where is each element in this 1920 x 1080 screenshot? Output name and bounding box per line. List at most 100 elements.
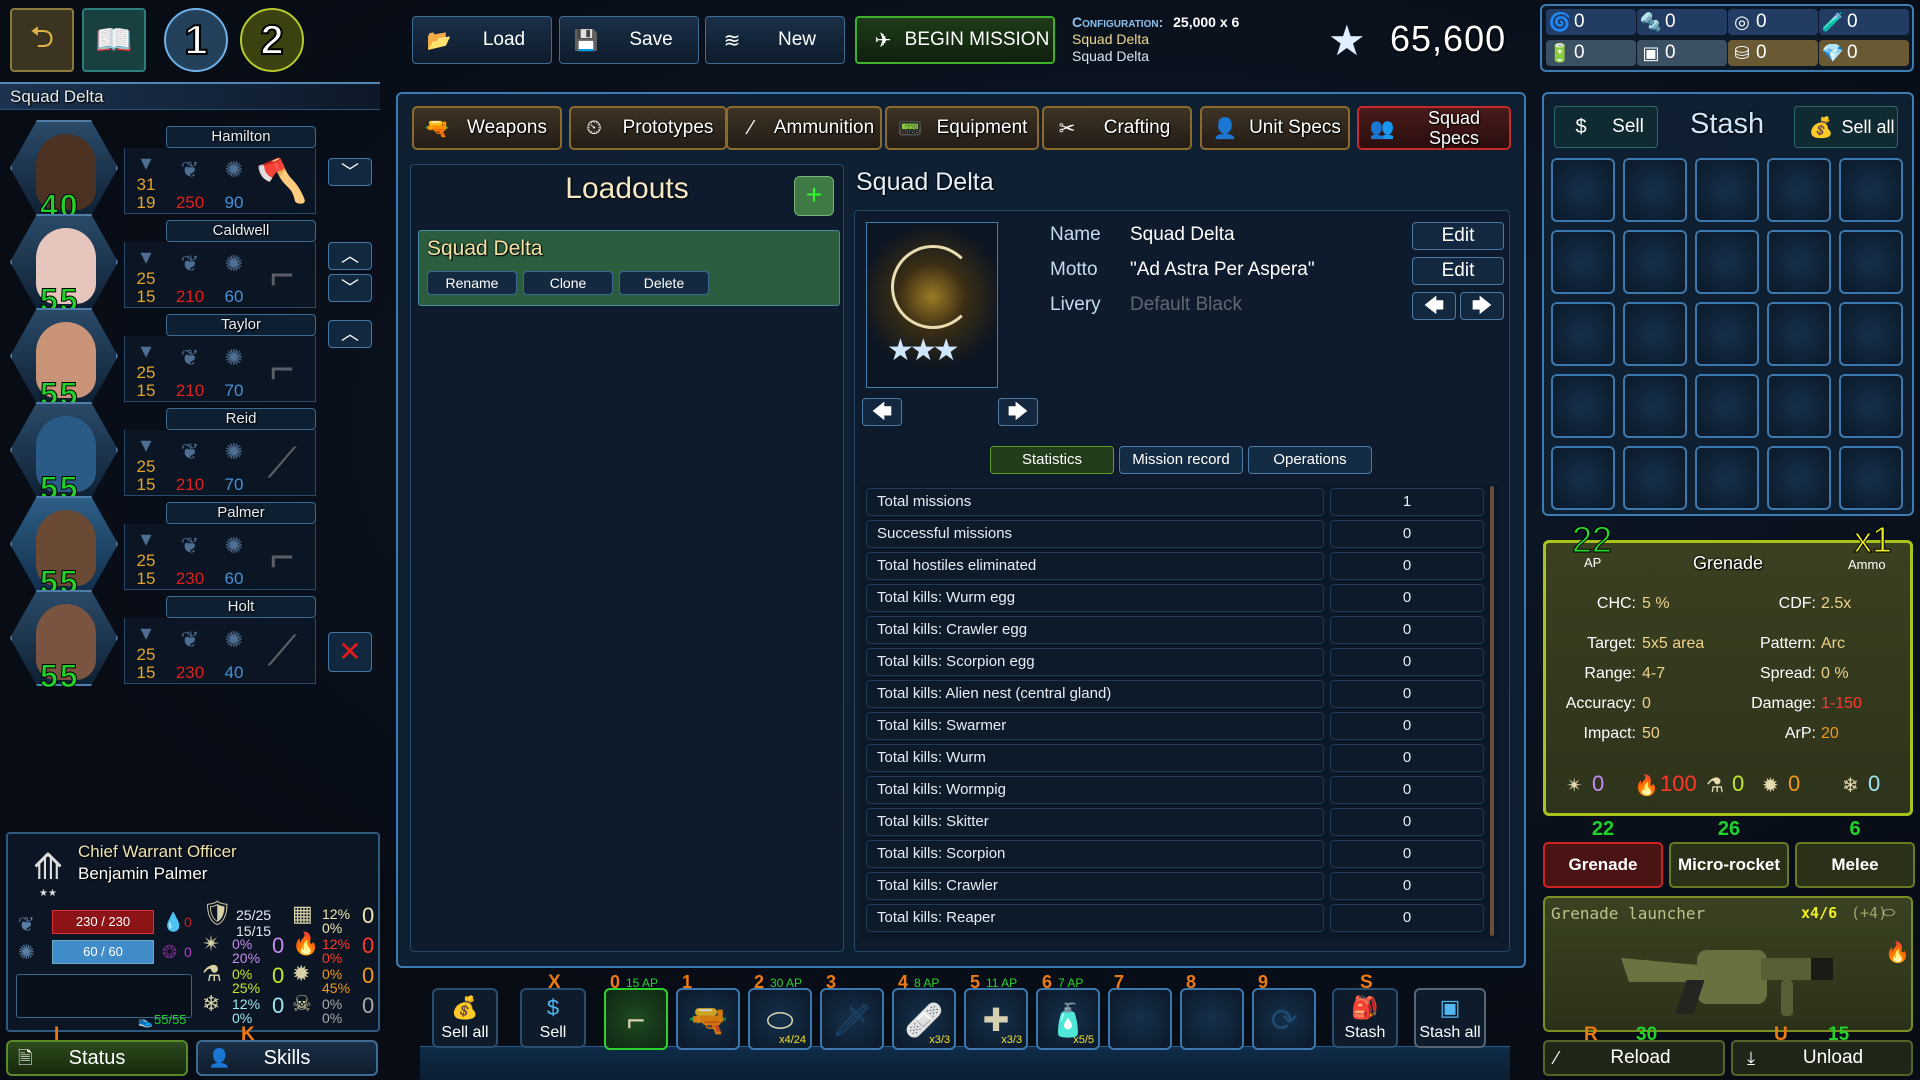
squad-slot-2[interactable]: 2: [240, 8, 304, 72]
livery-prev-button[interactable]: 🡄: [1412, 292, 1456, 320]
clone-button[interactable]: Clone: [523, 271, 613, 295]
livery-next-button[interactable]: 🡆: [1460, 292, 1504, 320]
stash-slot[interactable]: [1623, 374, 1687, 438]
stash-slot[interactable]: [1551, 374, 1615, 438]
stat-label: Total kills: Wurm egg: [866, 584, 1324, 612]
stash-slot[interactable]: [1695, 374, 1759, 438]
ring-icon: ◎: [1734, 11, 1750, 32]
stash-slot[interactable]: [1695, 446, 1759, 510]
soldier-stats: ▾ 25 15 ❦ 210 ✺ 70 ⌐: [124, 336, 316, 402]
reload-button[interactable]: ⁄ Reload: [1543, 1040, 1725, 1076]
squad-icon: 👥: [1369, 117, 1395, 140]
stash-slot[interactable]: [1623, 446, 1687, 510]
quick-slot[interactable]: [1108, 988, 1172, 1050]
quick-slot[interactable]: 🩹 x3/3: [892, 988, 956, 1050]
stash-slot[interactable]: [1839, 230, 1903, 294]
stash-slot[interactable]: [1767, 446, 1831, 510]
codex-button[interactable]: 📖: [82, 8, 146, 72]
quickbar-sell-button[interactable]: $ Sell: [520, 988, 586, 1048]
quickbar-stash-button[interactable]: 🎒 Stash: [1332, 988, 1398, 1048]
stash-slot[interactable]: [1767, 230, 1831, 294]
stash-slot[interactable]: [1551, 446, 1615, 510]
stat-row: Total kills: Crawler 0: [866, 872, 1484, 900]
virus-icon: ✹: [292, 961, 311, 986]
move-up-button[interactable]: ︿: [328, 242, 372, 270]
stash-sell-all-button[interactable]: 💰 Sell all: [1794, 106, 1898, 148]
attack-mode-melee[interactable]: Melee: [1795, 842, 1915, 888]
loadout-item[interactable]: Squad Delta Rename Clone Delete: [418, 230, 840, 306]
quickbar-stash-all-button[interactable]: ▣ Stash all: [1414, 988, 1486, 1048]
stash-slot[interactable]: [1551, 230, 1615, 294]
stash-slot[interactable]: [1839, 374, 1903, 438]
stash-sell-button[interactable]: $ Sell: [1554, 106, 1658, 148]
knife-icon: 🗡: [831, 1002, 873, 1038]
move-up-button[interactable]: ︿: [328, 320, 372, 348]
resource-crystal: 💎 0: [1819, 40, 1909, 66]
attack-mode-grenade[interactable]: Grenade: [1543, 842, 1663, 888]
unload-button[interactable]: ⤓ Unload: [1731, 1040, 1913, 1076]
stat-row: Total kills: Reaper 0: [866, 904, 1484, 932]
delete-button[interactable]: Delete: [619, 271, 709, 295]
soldier-card[interactable]: 55 Holt ▾ 25 15 ❦ 230 ✺ 40 ⟋ ✕: [6, 586, 372, 696]
stash-slot[interactable]: [1695, 230, 1759, 294]
tab-statistics[interactable]: Statistics: [990, 446, 1114, 474]
stash-slot[interactable]: [1551, 302, 1615, 366]
stash-slot[interactable]: [1623, 302, 1687, 366]
squad-slot-1[interactable]: 1: [164, 8, 228, 72]
stash-slot[interactable]: [1623, 158, 1687, 222]
emblem-next-button[interactable]: 🡆: [998, 398, 1038, 426]
back-button[interactable]: ⮌: [10, 8, 74, 72]
tab-unit-specs[interactable]: 👤 Unit Specs: [1200, 106, 1350, 150]
quick-slot[interactable]: 🧴 x5/5: [1036, 988, 1100, 1050]
tab-prototypes[interactable]: ⏲ Prototypes: [569, 106, 727, 150]
tab-weapons[interactable]: 🔫 Weapons: [412, 106, 562, 150]
stash-slot[interactable]: [1767, 158, 1831, 222]
damage-label: Damage:: [1751, 695, 1816, 712]
tab-squad-specs[interactable]: 👥 Squad Specs: [1357, 106, 1511, 150]
stat-label: Successful missions: [866, 520, 1324, 548]
resource-coil: 🌀 0: [1546, 9, 1636, 35]
edit-motto-button[interactable]: Edit: [1412, 257, 1504, 285]
quick-slot[interactable]: ✚ x3/3: [964, 988, 1028, 1050]
skills-tab[interactable]: 👤 Skills: [196, 1040, 378, 1076]
move-down-button[interactable]: ﹀: [328, 274, 372, 302]
quick-slot[interactable]: 🗡: [820, 988, 884, 1050]
stash-slot[interactable]: [1695, 158, 1759, 222]
save-button[interactable]: 💾 Save: [559, 16, 699, 64]
tab-mission-record[interactable]: Mission record: [1119, 446, 1243, 474]
status-tab[interactable]: 🗎 Status: [6, 1040, 188, 1076]
skull-icon: ☠: [292, 991, 312, 1016]
stash-slot[interactable]: [1623, 230, 1687, 294]
tab-equipment[interactable]: 📟 Equipment: [885, 106, 1039, 150]
edit-name-button[interactable]: Edit: [1412, 222, 1504, 250]
quick-slot[interactable]: ⟳: [1252, 988, 1316, 1050]
gauge-icon: ⏲: [586, 116, 602, 139]
quick-slot[interactable]: ⬭ x4/24: [748, 988, 812, 1050]
remove-soldier-button[interactable]: ✕: [328, 632, 372, 672]
stash-slot[interactable]: [1551, 158, 1615, 222]
psi-bar: 60 / 60: [52, 940, 154, 964]
quick-slot[interactable]: 🔫: [676, 988, 740, 1050]
slot-count: x4/24: [779, 1034, 806, 1046]
stash-slot[interactable]: [1839, 446, 1903, 510]
move-down-button[interactable]: ﹀: [328, 158, 372, 186]
attack-mode-micro-rocket[interactable]: Micro-rocket: [1669, 842, 1789, 888]
stash-slot[interactable]: [1839, 302, 1903, 366]
tab-operations[interactable]: Operations: [1248, 446, 1372, 474]
load-button[interactable]: 📂 Load: [412, 16, 552, 64]
new-button[interactable]: ≋ New: [705, 16, 845, 64]
stats-scrollbar[interactable]: [1490, 486, 1494, 936]
emblem-prev-button[interactable]: 🡄: [862, 398, 902, 426]
stash-slot[interactable]: [1767, 374, 1831, 438]
stash-slot[interactable]: [1695, 302, 1759, 366]
tab-crafting[interactable]: ✂ Crafting: [1042, 106, 1192, 150]
begin-mission-button[interactable]: ✈ BEGIN MISSION: [855, 16, 1055, 64]
quick-slot[interactable]: ⌐: [604, 988, 668, 1050]
rename-button[interactable]: Rename: [427, 271, 517, 295]
tab-ammunition[interactable]: ⁄ Ammunition: [726, 106, 882, 150]
add-loadout-button[interactable]: +: [794, 176, 834, 216]
quickbar-sell-all-button[interactable]: 💰 Sell all: [432, 988, 498, 1048]
stash-slot[interactable]: [1839, 158, 1903, 222]
stash-slot[interactable]: [1767, 302, 1831, 366]
quick-slot[interactable]: [1180, 988, 1244, 1050]
